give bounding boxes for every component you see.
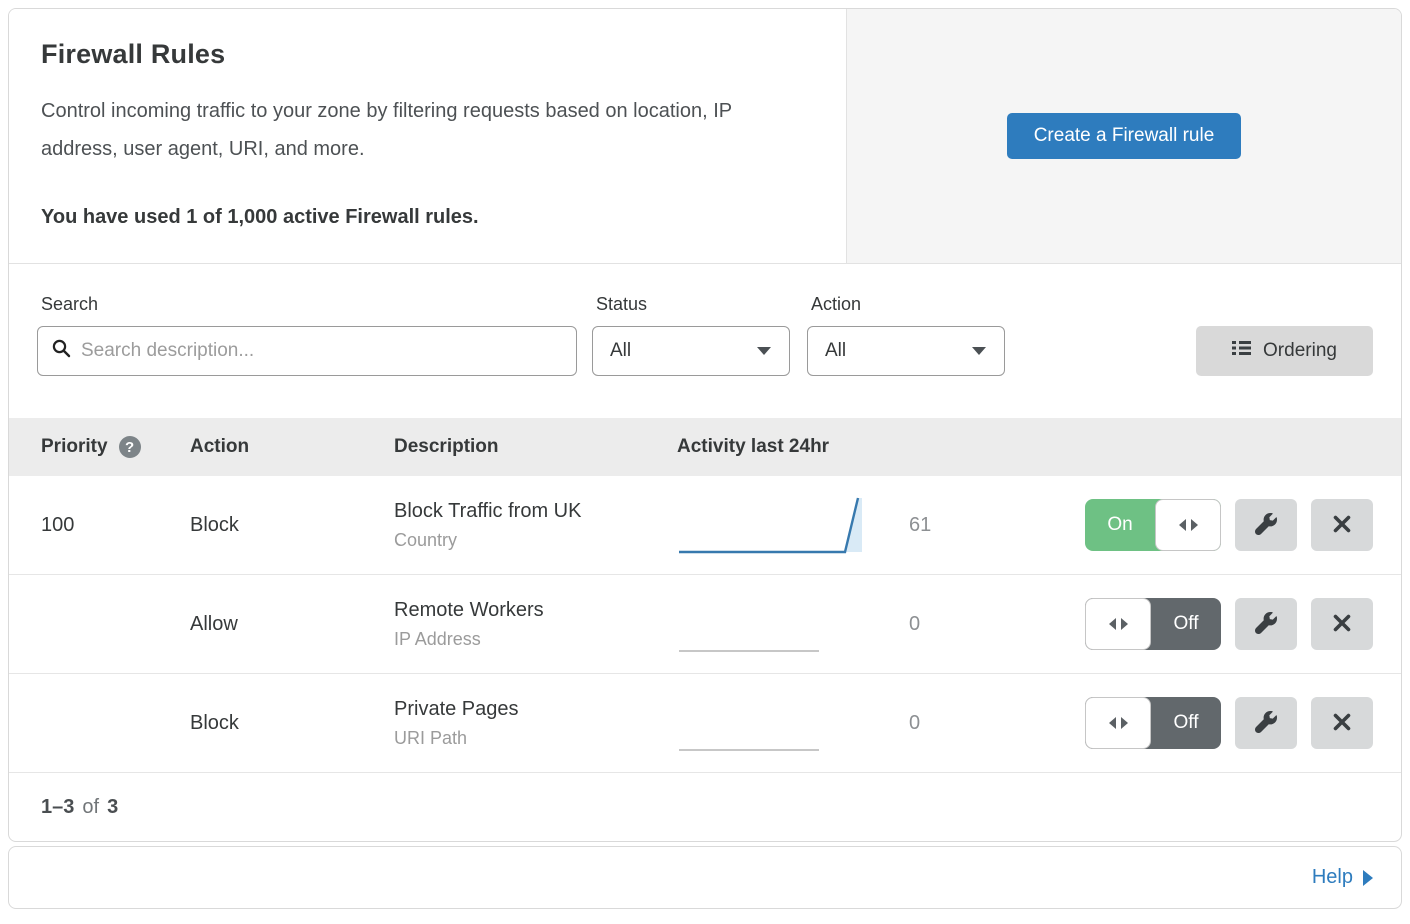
rule-enabled-toggle[interactable]: Off	[1085, 697, 1221, 749]
activity-sparkline	[677, 688, 877, 758]
toggle-knob-icon	[1155, 499, 1221, 551]
rule-enabled-toggle[interactable]: On	[1085, 499, 1221, 551]
column-header-action: Action	[190, 436, 394, 458]
action-selected-value: All	[825, 340, 846, 362]
page-header: Firewall Rules Control incoming traffic …	[9, 9, 1401, 264]
rule-match-type: URI Path	[394, 728, 677, 749]
rule-match-type: Country	[394, 530, 677, 551]
toggle-knob-icon	[1085, 697, 1151, 749]
cell-description: Block Traffic from UK Country	[394, 500, 677, 551]
action-select[interactable]: All	[807, 326, 1005, 376]
toggle-state-label: On	[1085, 499, 1155, 551]
priority-help-icon[interactable]: ?	[119, 436, 141, 458]
search-box	[37, 326, 577, 376]
column-header-priority: Priority ?	[9, 436, 190, 458]
status-selected-value: All	[610, 340, 631, 362]
page-header-action-panel: Create a Firewall rule	[846, 9, 1401, 263]
row-controls: Off	[1085, 598, 1373, 650]
search-group: Search	[37, 294, 577, 376]
delete-rule-button[interactable]	[1311, 499, 1373, 551]
help-link[interactable]: Help	[1312, 866, 1373, 889]
page-title: Firewall Rules	[41, 39, 814, 70]
filter-bar: Search Status All	[9, 264, 1401, 418]
action-label: Action	[807, 294, 1005, 315]
close-icon	[1332, 712, 1352, 735]
activity-count: 61	[909, 514, 959, 537]
cell-priority: 100	[9, 514, 190, 537]
table-row: 100 Block Block Traffic from UK Country …	[9, 476, 1401, 575]
ordering-button-label: Ordering	[1263, 340, 1337, 362]
usage-note: You have used 1 of 1,000 active Firewall…	[41, 206, 814, 229]
status-label: Status	[592, 294, 790, 315]
pagination-of-label: of	[82, 796, 99, 819]
pagination-total: 3	[107, 796, 118, 819]
ordering-button[interactable]: Ordering	[1196, 326, 1373, 376]
column-header-description: Description	[394, 436, 677, 458]
row-controls: On	[1085, 499, 1373, 551]
create-firewall-rule-button[interactable]: Create a Firewall rule	[1007, 113, 1242, 159]
close-icon	[1332, 514, 1352, 537]
delete-rule-button[interactable]	[1311, 697, 1373, 749]
cell-action: Allow	[190, 613, 394, 636]
cell-action: Block	[190, 514, 394, 537]
ordering-list-icon	[1232, 340, 1251, 362]
wrench-icon	[1255, 612, 1277, 637]
pagination-range: 1–3	[41, 796, 74, 819]
column-header-activity: Activity last 24hr	[677, 436, 1401, 458]
action-filter-group: Action All	[807, 294, 1005, 376]
pagination-bar: 1–3 of 3	[9, 773, 1401, 841]
page-header-text: Firewall Rules Control incoming traffic …	[9, 9, 846, 263]
delete-rule-button[interactable]	[1311, 598, 1373, 650]
edit-rule-button[interactable]	[1235, 598, 1297, 650]
activity-count: 0	[909, 613, 959, 636]
help-footer: Help	[8, 846, 1402, 909]
activity-sparkline	[677, 589, 877, 659]
page-description: Control incoming traffic to your zone by…	[41, 92, 811, 168]
rule-description: Remote Workers	[394, 599, 677, 622]
search-label: Search	[37, 294, 577, 315]
cell-activity: 61 On	[677, 490, 1401, 560]
edit-rule-button[interactable]	[1235, 499, 1297, 551]
toggle-state-label: Off	[1151, 598, 1221, 650]
cell-action: Block	[190, 712, 394, 735]
activity-sparkline	[677, 490, 877, 560]
priority-header-label: Priority	[41, 436, 108, 458]
cell-description: Remote Workers IP Address	[394, 599, 677, 650]
cell-activity: 0 Off	[677, 589, 1401, 659]
table-header-row: Priority ? Action Description Activity l…	[9, 418, 1401, 476]
status-select[interactable]: All	[592, 326, 790, 376]
chevron-down-icon	[972, 347, 986, 355]
firewall-rules-page: Firewall Rules Control incoming traffic …	[8, 8, 1402, 909]
wrench-icon	[1255, 711, 1277, 736]
help-link-label: Help	[1312, 866, 1353, 889]
activity-count: 0	[909, 712, 959, 735]
status-filter-group: Status All	[592, 294, 790, 376]
cell-description: Private Pages URI Path	[394, 698, 677, 749]
cell-activity: 0 Off	[677, 688, 1401, 758]
firewall-rules-card: Firewall Rules Control incoming traffic …	[8, 8, 1402, 842]
edit-rule-button[interactable]	[1235, 697, 1297, 749]
toggle-state-label: Off	[1151, 697, 1221, 749]
close-icon	[1332, 613, 1352, 636]
chevron-down-icon	[757, 347, 771, 355]
toggle-knob-icon	[1085, 598, 1151, 650]
rule-enabled-toggle[interactable]: Off	[1085, 598, 1221, 650]
row-controls: Off	[1085, 697, 1373, 749]
table-row: Allow Remote Workers IP Address 0	[9, 575, 1401, 674]
rule-match-type: IP Address	[394, 629, 677, 650]
rule-description: Block Traffic from UK	[394, 500, 677, 523]
rule-description: Private Pages	[394, 698, 677, 721]
wrench-icon	[1255, 513, 1277, 538]
table-row: Block Private Pages URI Path 0	[9, 674, 1401, 773]
search-icon	[52, 339, 71, 363]
help-arrow-icon	[1363, 870, 1373, 886]
search-input[interactable]	[81, 340, 562, 362]
